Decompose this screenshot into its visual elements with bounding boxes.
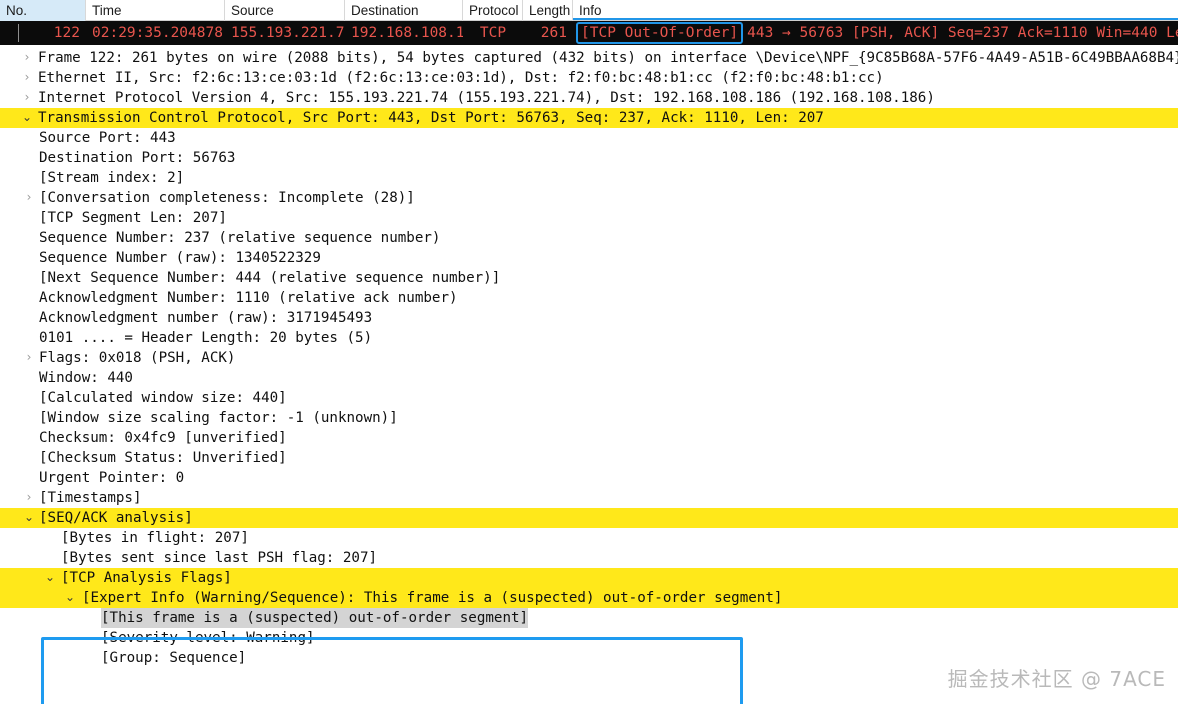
detail-row-label: [Bytes sent since last PSH flag: 207] (61, 550, 378, 566)
detail-row-window[interactable]: Window: 440 (0, 368, 1178, 388)
detail-row-label: Acknowledgment Number: 1110 (relative ac… (39, 290, 458, 306)
cell-source: 155.193.221.74 (231, 25, 345, 41)
detail-row-severity-level[interactable]: [Severity level: Warning] (0, 628, 1178, 648)
detail-row-flags[interactable]: › Flags: 0x018 (PSH, ACK) (0, 348, 1178, 368)
column-header-protocol[interactable]: Protocol (463, 0, 523, 21)
detail-row-label: Flags: 0x018 (PSH, ACK) (39, 350, 236, 366)
chevron-right-icon[interactable]: › (22, 488, 36, 508)
detail-row-label: [Calculated window size: 440] (39, 390, 287, 406)
detail-row-source-port[interactable]: Source Port: 443 (0, 128, 1178, 148)
detail-row-label: Urgent Pointer: 0 (39, 470, 185, 486)
detail-row-header-length[interactable]: 0101 .... = Header Length: 20 bytes (5) (0, 328, 1178, 348)
detail-row-label: Destination Port: 56763 (39, 150, 236, 166)
cell-protocol: TCP (479, 25, 507, 41)
column-header-length[interactable]: Length (523, 0, 573, 21)
detail-row-label: [Severity level: Warning] (101, 630, 315, 646)
detail-row-stream-index[interactable]: [Stream index: 2] (0, 168, 1178, 188)
chevron-down-icon[interactable]: ⌄ (63, 588, 77, 608)
detail-row-label: 0101 .... = Header Length: 20 bytes (5) (39, 330, 373, 346)
detail-row-label: [This frame is a (suspected) out-of-orde… (101, 608, 529, 628)
detail-row-label: Source Port: 443 (39, 130, 176, 146)
cell-destination: 192.168.108.186 (351, 25, 463, 41)
detail-row-timestamps[interactable]: › [Timestamps] (0, 488, 1178, 508)
detail-row-bytes-since-psh[interactable]: [Bytes sent since last PSH flag: 207] (0, 548, 1178, 568)
detail-row-ack-number-raw[interactable]: Acknowledgment number (raw): 3171945493 (0, 308, 1178, 328)
detail-row-label: [SEQ/ACK analysis] (39, 510, 193, 526)
detail-row-label: Checksum: 0x4fc9 [unverified] (39, 430, 287, 446)
chevron-right-icon[interactable]: › (22, 188, 36, 208)
cell-time: 02:29:35.204878 (92, 25, 223, 41)
watermark-text: 掘金技术社区 @ 7ACE (947, 667, 1166, 691)
detail-row-label: [Conversation completeness: Incomplete (… (39, 190, 415, 206)
detail-row-checksum-status[interactable]: [Checksum Status: Unverified] (0, 448, 1178, 468)
detail-row-label: [TCP Analysis Flags] (61, 570, 232, 586)
cell-no: 122 (53, 25, 80, 41)
column-header-source[interactable]: Source (225, 0, 345, 21)
chevron-right-icon[interactable]: › (20, 68, 34, 88)
detail-row-sequence-number[interactable]: Sequence Number: 237 (relative sequence … (0, 228, 1178, 248)
detail-row-conversation-completeness[interactable]: › [Conversation completeness: Incomplete… (0, 188, 1178, 208)
detail-row-label: Frame 122: 261 bytes on wire (2088 bits)… (38, 50, 1178, 66)
cell-info: [TCP Out-Of-Order] 443 → 56763 [PSH, ACK]… (573, 21, 1178, 45)
detail-row-label: [Bytes in flight: 207] (61, 530, 249, 546)
detail-row-label: [Next Sequence Number: 444 (relative seq… (39, 270, 501, 286)
detail-row-segment-len[interactable]: [TCP Segment Len: 207] (0, 208, 1178, 228)
detail-row-ethernet[interactable]: › Ethernet II, Src: f2:6c:13:ce:03:1d (f… (0, 68, 1178, 88)
detail-row-checksum[interactable]: Checksum: 0x4fc9 [unverified] (0, 428, 1178, 448)
packet-list-header[interactable]: No. Time Source Destination Protocol Len… (0, 0, 1178, 21)
detail-row-out-of-order-segment[interactable]: [This frame is a (suspected) out-of-orde… (0, 608, 1178, 628)
packet-list-pane[interactable]: No. Time Source Destination Protocol Len… (0, 0, 1178, 45)
detail-row-label: [Expert Info (Warning/Sequence): This fr… (82, 590, 783, 606)
info-detail-text: 443 → 56763 [PSH, ACK] Seq=237 Ack=1110 … (747, 25, 1178, 41)
chevron-down-icon[interactable]: ⌄ (43, 568, 57, 588)
detail-row-seq-ack-analysis[interactable]: ⌄ [SEQ/ACK analysis] (0, 508, 1178, 528)
detail-row-expert-info[interactable]: ⌄ [Expert Info (Warning/Sequence): This … (0, 588, 1178, 608)
chevron-down-icon[interactable]: ⌄ (22, 508, 36, 528)
detail-row-label: [Timestamps] (39, 490, 142, 506)
detail-row-label: Transmission Control Protocol, Src Port:… (38, 110, 824, 126)
chevron-right-icon[interactable]: › (20, 88, 34, 108)
detail-row-label: Window: 440 (39, 370, 133, 386)
column-header-time[interactable]: Time (86, 0, 225, 21)
detail-row-label: [Group: Sequence] (101, 650, 247, 666)
detail-row-label: Internet Protocol Version 4, Src: 155.19… (38, 90, 935, 106)
row-marker (18, 24, 19, 42)
detail-row-tcp[interactable]: ⌄ Transmission Control Protocol, Src Por… (0, 108, 1178, 128)
column-header-no[interactable]: No. (0, 0, 86, 21)
packet-detail-pane[interactable]: › Frame 122: 261 bytes on wire (2088 bit… (0, 45, 1178, 704)
detail-row-window-scaling-factor[interactable]: [Window size scaling factor: -1 (unknown… (0, 408, 1178, 428)
cell-length: 261 (540, 25, 567, 41)
detail-row-tcp-analysis-flags[interactable]: ⌄ [TCP Analysis Flags] (0, 568, 1178, 588)
detail-row-label: [Checksum Status: Unverified] (39, 450, 287, 466)
detail-row-label: Ethernet II, Src: f2:6c:13:ce:03:1d (f2:… (38, 70, 884, 86)
detail-row-label: [Stream index: 2] (39, 170, 185, 186)
chevron-down-icon[interactable]: ⌄ (20, 108, 34, 128)
detail-row-urgent-pointer[interactable]: Urgent Pointer: 0 (0, 468, 1178, 488)
detail-row-destination-port[interactable]: Destination Port: 56763 (0, 148, 1178, 168)
column-header-destination[interactable]: Destination (345, 0, 463, 21)
detail-row-ack-number[interactable]: Acknowledgment Number: 1110 (relative ac… (0, 288, 1178, 308)
detail-row-label: [TCP Segment Len: 207] (39, 210, 227, 226)
detail-row-calculated-window-size[interactable]: [Calculated window size: 440] (0, 388, 1178, 408)
column-header-info[interactable]: Info (573, 0, 1178, 21)
detail-row-label: [Window size scaling factor: -1 (unknown… (39, 410, 398, 426)
detail-row-label: Sequence Number: 237 (relative sequence … (39, 230, 441, 246)
chevron-right-icon[interactable]: › (22, 348, 36, 368)
packet-list-row-selected[interactable]: 122 02:29:35.204878 155.193.221.74 192.1… (0, 21, 1178, 45)
detail-row-bytes-in-flight[interactable]: [Bytes in flight: 207] (0, 528, 1178, 548)
detail-row-label: Sequence Number (raw): 1340522329 (39, 250, 321, 266)
chevron-right-icon[interactable]: › (20, 48, 34, 68)
detail-row-ipv4[interactable]: › Internet Protocol Version 4, Src: 155.… (0, 88, 1178, 108)
detail-row-sequence-number-raw[interactable]: Sequence Number (raw): 1340522329 (0, 248, 1178, 268)
detail-row-next-sequence-number[interactable]: [Next Sequence Number: 444 (relative seq… (0, 268, 1178, 288)
out-of-order-highlight-badge: [TCP Out-Of-Order] (576, 22, 744, 44)
detail-row-label: Acknowledgment number (raw): 3171945493 (39, 310, 373, 326)
detail-row-frame[interactable]: › Frame 122: 261 bytes on wire (2088 bit… (0, 48, 1178, 68)
